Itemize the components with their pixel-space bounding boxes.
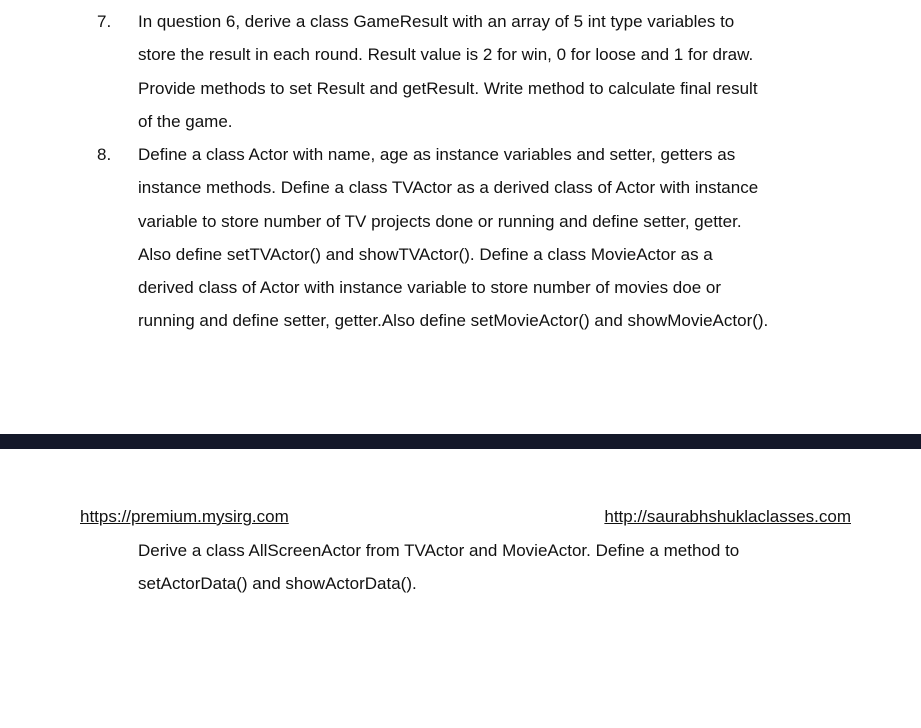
- question-line: setActorData() and showActorData().: [138, 574, 417, 594]
- question-line: In question 6, derive a class GameResult…: [138, 12, 735, 31]
- saurabhshuklaclasses-link[interactable]: http://saurabhshuklaclasses.com: [604, 505, 851, 529]
- question-line: Derive a class AllScreenActor from TVAct…: [138, 541, 740, 560]
- question-line: Also define setTVActor() and showTVActor…: [138, 244, 713, 264]
- premium-mysirg-link[interactable]: https://premium.mysirg.com: [80, 505, 289, 529]
- question-line: derived class of Actor with instance var…: [138, 278, 722, 298]
- page-break-divider: [0, 434, 921, 449]
- question-line: Provide methods to set Result and getRes…: [138, 78, 758, 98]
- question-line: of the game.: [138, 111, 233, 131]
- question-line: variable to store number of TV projects …: [138, 211, 742, 231]
- question-number: 7.: [97, 12, 112, 31]
- question-line: Define a class Actor with name, age as i…: [138, 145, 736, 164]
- question-text: In question 6, derive a class GameResult…: [138, 5, 858, 138]
- question-line: instance methods. Define a class TVActor…: [138, 178, 759, 198]
- question-number: 8.: [97, 145, 112, 164]
- question-line: running and define setter, getter.Also d…: [138, 311, 769, 331]
- question-text: Derive a class AllScreenActor from TVAct…: [138, 534, 858, 601]
- question-line: store the result in each round. Result v…: [138, 45, 754, 65]
- question-text: Define a class Actor with name, age as i…: [138, 138, 858, 338]
